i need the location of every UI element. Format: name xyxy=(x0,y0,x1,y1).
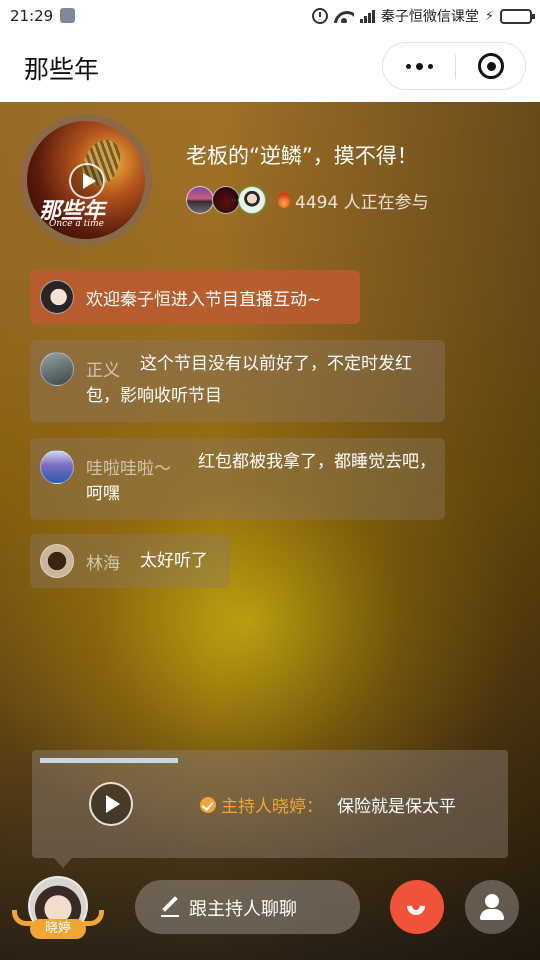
host-quote: 保险就是保太平 xyxy=(337,797,456,817)
play-icon[interactable] xyxy=(89,782,133,826)
title-bar: 那些年 xyxy=(0,34,540,102)
host-message-card: 主持人晓婷： 保险就是保太平 xyxy=(32,750,508,868)
participants-count: 4494 人正在参与 xyxy=(295,192,429,213)
host-message-line: 主持人晓婷： 保险就是保太平 xyxy=(200,792,456,817)
program-title: 老板的“逆鳞”，摸不得！ xyxy=(186,144,418,168)
verified-icon xyxy=(200,796,216,813)
chat-message: 林海 太好听了 xyxy=(30,534,230,588)
carrier-label: 秦子恒微信课堂 xyxy=(380,9,479,25)
welcome-text: 欢迎秦子恒进入节目直播互动~ xyxy=(86,290,322,310)
status-right: 秦子恒微信课堂 ⚡ xyxy=(311,6,535,26)
host-name-badge: 晓婷 xyxy=(30,919,86,939)
chat-button-label: 跟主持人聊聊 xyxy=(189,899,297,920)
participant-avatar xyxy=(212,186,240,214)
participant-avatar xyxy=(238,186,266,214)
chat-content: 太好听了 xyxy=(140,551,208,571)
live-room: 那些年 Once a time 老板的“逆鳞”，摸不得！ 4494 人正在参与 … xyxy=(0,102,540,960)
chat-username: 林海 xyxy=(86,554,120,574)
user-avatar xyxy=(40,352,74,386)
audio-progress-bar xyxy=(40,758,178,763)
participants-row: 4494 人正在参与 xyxy=(186,186,429,214)
chat-message: 正义 这个节目没有以前好了，不定时发红包，影响收听节目 xyxy=(30,340,445,422)
pencil-icon xyxy=(161,896,179,917)
welcome-message: 欢迎秦子恒进入节目直播互动~ xyxy=(30,270,360,324)
chat-content: 这个节目没有以前好了，不定时发红包，影响收听节目 xyxy=(86,354,412,406)
user-avatar xyxy=(40,280,74,314)
more-dots-icon[interactable] xyxy=(383,43,455,89)
target-close-icon[interactable] xyxy=(455,43,527,89)
phone-icon xyxy=(403,893,430,920)
signal-icon xyxy=(359,9,375,23)
page-title: 那些年 xyxy=(24,55,100,84)
call-button[interactable] xyxy=(390,880,444,934)
status-time: 21:29 xyxy=(10,7,54,25)
cover-disc: 那些年 Once a time xyxy=(27,121,145,239)
charging-icon: ⚡ xyxy=(484,8,494,24)
chat-content: 红包都被我拿了，都睡觉去吧，呵嘿 xyxy=(86,452,436,504)
participant-avatar xyxy=(186,186,214,214)
user-avatar xyxy=(40,544,74,578)
program-cover[interactable]: 那些年 Once a time xyxy=(20,114,152,246)
host-label: 主持人晓婷： xyxy=(221,797,323,817)
wifi-icon xyxy=(334,9,354,23)
status-bar: 21:29 秦子恒微信课堂 ⚡ xyxy=(0,0,540,34)
app-notification-icon xyxy=(60,8,75,23)
mini-program-capsule xyxy=(382,42,526,90)
chat-with-host-button[interactable]: 跟主持人聊聊 xyxy=(135,880,360,934)
fire-icon xyxy=(278,192,290,208)
user-avatar xyxy=(40,450,74,484)
alarm-icon xyxy=(311,8,328,24)
chat-message: 哇啦哇啦～ 红包都被我拿了，都睡觉去吧，呵嘿 xyxy=(30,438,445,520)
profile-button[interactable] xyxy=(465,880,519,934)
cover-subtitle: Once a time xyxy=(49,219,104,229)
battery-icon xyxy=(500,8,535,24)
